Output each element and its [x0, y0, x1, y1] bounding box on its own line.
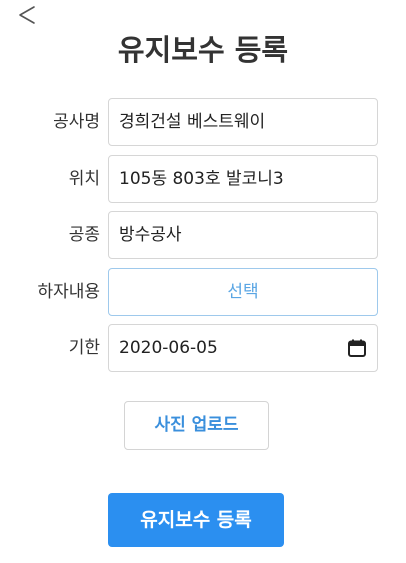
chevron-left-icon: [19, 6, 35, 24]
form-row-work-type: 공종 방수공사: [0, 211, 406, 261]
calendar-icon[interactable]: [347, 338, 367, 358]
company-input[interactable]: 경희건설 베스트웨이: [108, 98, 378, 146]
deadline-date-input[interactable]: 2020-06-05: [108, 324, 378, 372]
photo-upload-button[interactable]: 사진 업로드: [124, 401, 269, 450]
form-row-defect: 하자내용 선택: [0, 268, 406, 318]
company-label: 공사명: [53, 112, 100, 132]
deadline-label: 기한: [68, 338, 100, 358]
form-row-location: 위치 105동 803호 발코니3: [0, 155, 406, 205]
work-type-input[interactable]: 방수공사: [108, 211, 378, 259]
submit-button[interactable]: 유지보수 등록: [108, 493, 284, 547]
location-label: 위치: [68, 169, 100, 189]
deadline-value: 2020-06-05: [119, 338, 218, 358]
form-row-company: 공사명 경희건설 베스트웨이: [0, 98, 406, 148]
page-title: 유지보수 등록: [117, 33, 289, 67]
defect-select[interactable]: 선택: [108, 268, 378, 316]
defect-label: 하자내용: [37, 282, 100, 302]
form-row-deadline: 기한 2020-06-05: [0, 324, 406, 374]
work-type-label: 공종: [68, 225, 100, 245]
back-button[interactable]: [14, 2, 40, 28]
location-input[interactable]: 105동 803호 발코니3: [108, 155, 378, 203]
maintenance-register-page: 유지보수 등록 공사명 경희건설 베스트웨이 위치 105동 803호 발코니3…: [0, 0, 406, 563]
